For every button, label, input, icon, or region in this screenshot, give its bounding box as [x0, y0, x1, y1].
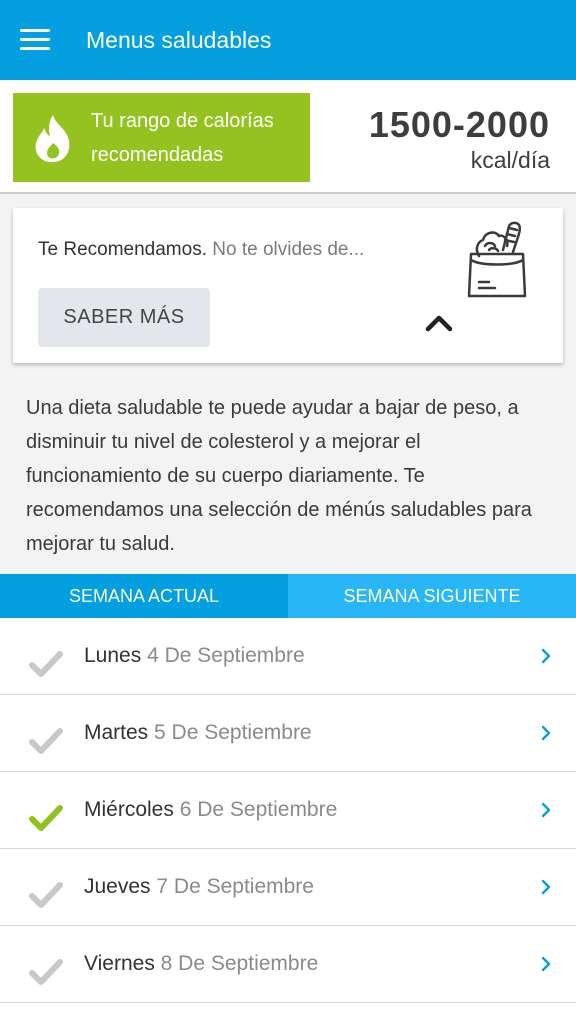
list-item-martes[interactable]: Martes 5 De Septiembre [0, 695, 576, 772]
chevron-right-icon [541, 725, 551, 741]
list-item-lunes[interactable]: Lunes 4 De Septiembre [0, 618, 576, 695]
calorie-range-section: Tu rango de calorías recomendadas 1500-2… [0, 80, 576, 194]
chevron-up-icon[interactable] [425, 314, 453, 332]
recommendation-text: Te Recomendamos. No te olvides de... [38, 239, 364, 261]
hamburger-menu-icon[interactable] [20, 29, 50, 51]
saber-mas-button[interactable]: SABER MÁS [38, 288, 210, 347]
recommendation-subtitle: No te olvides de... [212, 239, 365, 260]
chevron-right-icon [541, 648, 551, 664]
calorie-label-line2: recomendadas [91, 143, 224, 166]
check-icon [29, 728, 63, 754]
calorie-label-line1: Tu rango de calorías [91, 109, 274, 132]
day-date: 8 De Septiembre [160, 952, 319, 975]
day-name: Viernes [84, 952, 155, 975]
day-date: 6 De Septiembre [179, 798, 338, 821]
week-tabs: SEMANA ACTUAL SEMANA SIGUIENTE [0, 574, 576, 618]
day-name: Lunes [84, 644, 142, 667]
calorie-range-value: 1500-2000 [368, 104, 550, 145]
day-date: 7 De Septiembre [156, 875, 314, 898]
days-list: Lunes 4 De Septiembre Martes 5 De Septie… [0, 618, 576, 1024]
chevron-right-icon [541, 802, 551, 818]
tab-semana-siguiente[interactable]: SEMANA SIGUIENTE [288, 574, 576, 618]
recommendation-title: Te Recomendamos. [38, 239, 207, 260]
day-name: Martes [84, 721, 149, 744]
day-date: 5 De Septiembre [154, 721, 312, 744]
chevron-right-icon [541, 956, 551, 972]
check-icon [29, 959, 63, 985]
tab-semana-actual[interactable]: SEMANA ACTUAL [0, 574, 288, 618]
flame-icon [35, 114, 70, 162]
calorie-unit: kcal/día [470, 147, 550, 173]
check-icon [29, 651, 63, 677]
list-item-viernes[interactable]: Viernes 8 De Septiembre [0, 926, 576, 1003]
list-item-jueves[interactable]: Jueves 7 De Septiembre [0, 849, 576, 926]
day-name: Miércoles [84, 798, 174, 821]
diet-description: Una dieta saludable te puede ayudar a ba… [26, 397, 532, 555]
grocery-bag-icon [467, 221, 527, 298]
app-bar: Menus saludables [0, 0, 576, 80]
check-icon [29, 805, 63, 831]
page-title: Menus saludables [86, 26, 272, 53]
chevron-right-icon [541, 879, 551, 895]
check-icon [29, 882, 63, 908]
day-name: Jueves [84, 875, 151, 898]
day-date: 4 De Septiembre [147, 644, 305, 667]
recommendation-card: Te Recomendamos. No te olvides de... SAB… [13, 208, 563, 363]
calorie-label-box: Tu rango de calorías recomendadas [13, 93, 310, 182]
list-item-miercoles[interactable]: Miércoles 6 De Septiembre [0, 772, 576, 849]
